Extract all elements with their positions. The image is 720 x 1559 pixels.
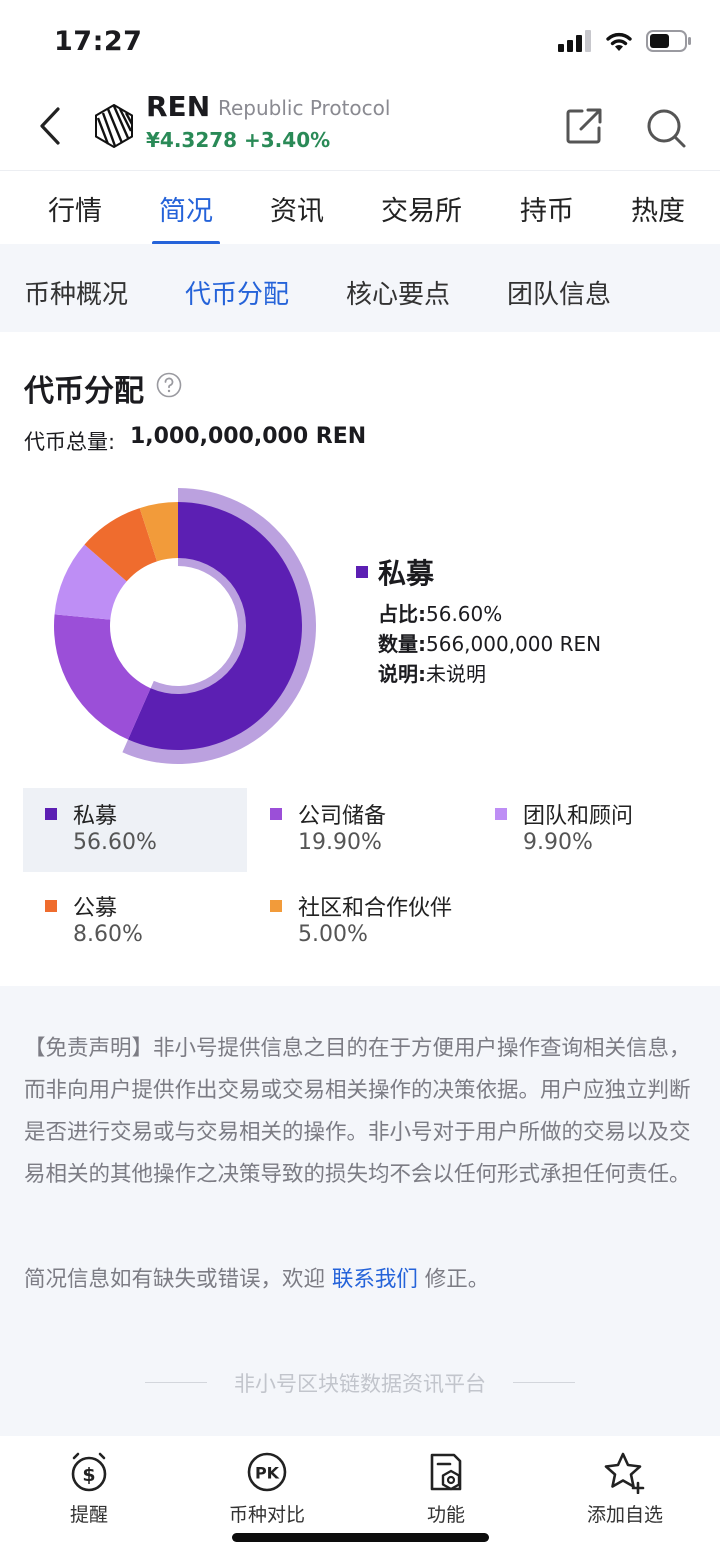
star-add-icon <box>604 1452 645 1494</box>
svg-text:PK: PK <box>255 1464 280 1483</box>
subtab-token-distribution[interactable]: 代币分配 <box>185 274 289 311</box>
ren-logo-icon <box>95 104 134 148</box>
slice-company-reserve[interactable] <box>54 614 151 740</box>
battery-icon <box>646 30 691 52</box>
selected-slice-name: 私募 <box>378 557 435 590</box>
subtab-coin-overview[interactable]: 币种概况 <box>24 274 128 311</box>
tab-holders[interactable]: 持币 <box>520 189 574 228</box>
tab-news[interactable]: 资讯 <box>270 189 324 228</box>
contact-us-link[interactable]: 联系我们 <box>332 1267 418 1292</box>
main-tab-bar: 行情 简况 资讯 交易所 持币 热度 <box>0 170 720 245</box>
legend-item-team-advisors[interactable]: 团队和顾问 9.90% <box>473 788 697 872</box>
chevron-left-icon <box>40 107 60 145</box>
selected-slice-marker <box>356 566 368 578</box>
footer-brand: 非小号区块链数据资讯平台 <box>234 1372 486 1396</box>
legend-percent: 5.00% <box>298 922 368 947</box>
total-supply-value: 1,000,000,000 REN <box>130 424 367 449</box>
legend-name: 社区和合作伙伴 <box>298 896 453 921</box>
alert-label: 提醒 <box>69 1504 108 1526</box>
tab-overview[interactable]: 简况 <box>159 189 213 228</box>
section-title: 代币分配 <box>24 374 144 409</box>
alarm-dollar-icon: $ <box>71 1452 107 1492</box>
legend-item-private-sale[interactable]: 私募 56.60% <box>23 788 247 872</box>
legend-item-community-partners[interactable]: 社区和合作伙伴 5.00% <box>248 880 472 964</box>
selected-slice-note: 说明:未说明 <box>378 662 486 686</box>
contact-line: 简况信息如有缺失或错误，欢迎 联系我们 修正。 <box>24 1267 490 1292</box>
total-supply-label: 代币总量: <box>24 430 116 454</box>
wifi-icon <box>606 32 632 51</box>
legend-marker <box>270 808 282 820</box>
coin-symbol: REN <box>146 90 211 123</box>
coin-full-name: Republic Protocol <box>218 96 391 120</box>
disclaimer-text: 【免责声明】非小号提供信息之目的在于方便用户操作查询相关信息，而非向用户提供作出… <box>24 1036 691 1187</box>
legend-marker <box>45 808 57 820</box>
function-icon <box>430 1453 462 1491</box>
distribution-donut-chart <box>54 488 316 764</box>
function-label: 功能 <box>426 1504 465 1526</box>
legend-item-company-reserve[interactable]: 公司储备 19.90% <box>248 788 472 872</box>
status-time: 17:27 <box>54 26 143 57</box>
legend-percent: 56.60% <box>73 830 157 855</box>
subtab-key-points[interactable]: 核心要点 <box>346 274 450 311</box>
legend-name: 团队和顾问 <box>523 804 634 829</box>
coin-price: ¥4.3278 <box>146 128 238 152</box>
search-icon[interactable] <box>644 106 688 150</box>
home-indicator <box>232 1533 489 1542</box>
subtab-team-info[interactable]: 团队信息 <box>507 274 611 311</box>
status-icons <box>558 30 692 52</box>
status-bar: 17:27 <box>0 0 720 84</box>
legend-name: 私募 <box>73 804 118 829</box>
compare-label: 币种对比 <box>228 1504 305 1526</box>
share-icon[interactable] <box>564 106 604 146</box>
coin-price-change: +3.40% <box>244 128 331 152</box>
legend-name: 公募 <box>73 896 118 921</box>
legend-marker <box>495 808 507 820</box>
legend-percent: 9.90% <box>523 830 593 855</box>
selected-slice-ratio: 占比:56.60% <box>378 602 503 626</box>
selected-slice-amount: 数量:566,000,000 REN <box>378 632 602 656</box>
legend-marker <box>45 900 57 912</box>
pk-icon: PK <box>247 1452 287 1492</box>
divider <box>513 1382 575 1383</box>
help-icon[interactable] <box>156 372 182 398</box>
back-button[interactable] <box>28 102 72 150</box>
signal-icon <box>558 30 591 52</box>
tab-market[interactable]: 行情 <box>48 189 102 228</box>
compare-button[interactable]: PK 币种对比 <box>207 1450 327 1527</box>
tab-popularity[interactable]: 热度 <box>631 189 685 228</box>
add-watchlist-button[interactable]: 添加自选 <box>565 1450 685 1527</box>
sub-tab-bar: 币种概况 代币分配 核心要点 团队信息 <box>0 244 720 332</box>
legend-percent: 19.90% <box>298 830 382 855</box>
legend-percent: 8.60% <box>73 922 143 947</box>
alert-button[interactable]: $ 提醒 <box>29 1450 149 1527</box>
legend-item-public-sale[interactable]: 公募 8.60% <box>23 880 247 964</box>
coin-header: REN Republic Protocol ¥4.3278 +3.40% <box>0 84 720 170</box>
add-watchlist-label: 添加自选 <box>586 1504 663 1526</box>
tab-exchanges[interactable]: 交易所 <box>381 189 462 228</box>
legend-marker <box>270 900 282 912</box>
function-button[interactable]: 功能 <box>386 1450 506 1527</box>
svg-text:$: $ <box>82 1464 95 1486</box>
legend-name: 公司储备 <box>298 804 387 829</box>
